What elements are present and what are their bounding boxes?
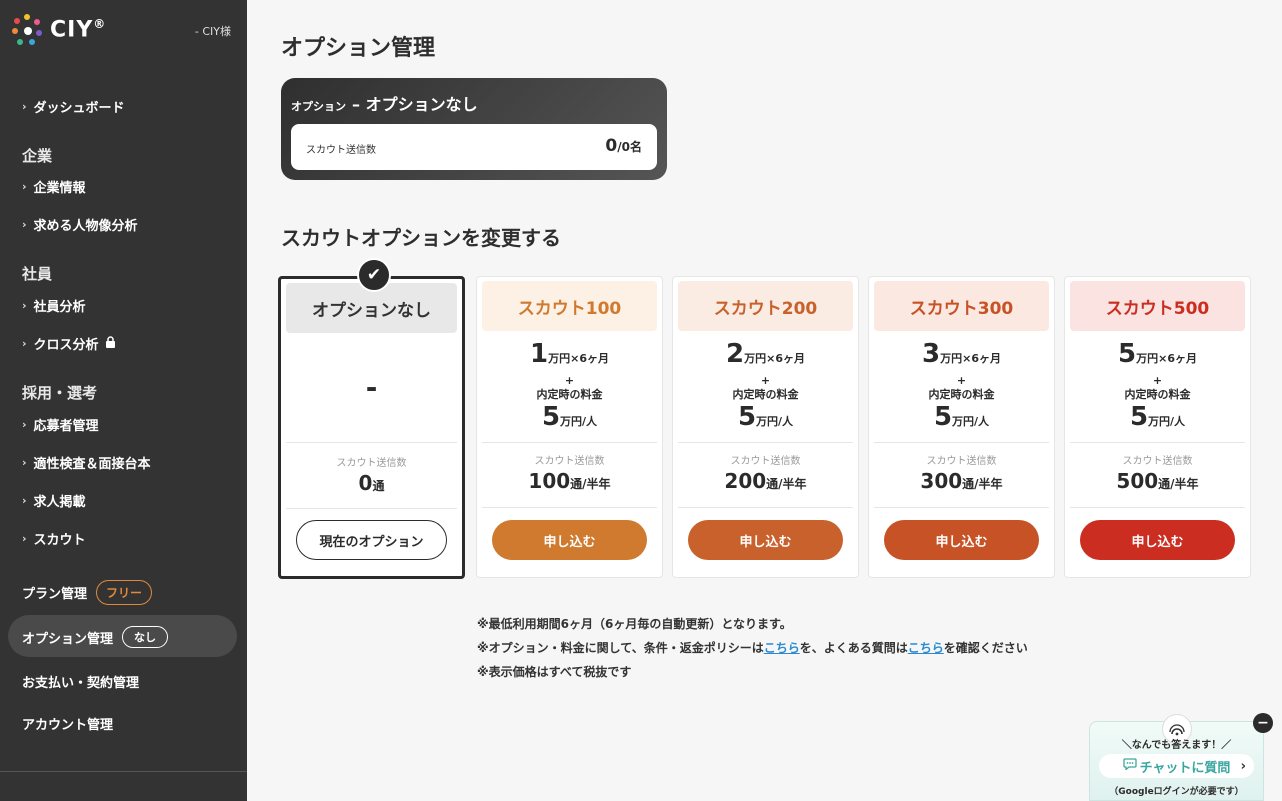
scout-count-panel: スカウト送信数 0/0名 — [291, 124, 657, 170]
plan-price: 2万円×6ヶ月 + 内定時の料金 5万円/人 — [726, 339, 805, 432]
sidebar-item-persona-analysis[interactable]: › 求める人物像分析 — [22, 215, 138, 234]
sidebar-item-payment[interactable]: お支払い・契約管理 — [22, 672, 139, 691]
divider — [286, 442, 457, 443]
sidebar-item-applicants[interactable]: › 応募者管理 — [22, 415, 99, 434]
section-recruit: 採用・選考 — [22, 384, 98, 402]
sidebar-item-cross-analysis[interactable]: › クロス分析 — [22, 334, 116, 353]
divider — [874, 442, 1049, 443]
chevron-right-icon: › — [22, 299, 27, 312]
change-option-title: スカウトオプションを変更する — [281, 226, 561, 250]
apply-button-scout100[interactable]: 申し込む — [492, 520, 647, 560]
plan-title: スカウト200 — [678, 281, 853, 331]
page-title: オプション管理 — [281, 36, 436, 61]
divider — [678, 507, 853, 508]
chevron-right-icon: › — [22, 532, 27, 545]
logo-text: CIY® — [50, 17, 107, 43]
current-option-heading: オプション – オプションなし — [291, 95, 478, 114]
apply-button-scout300[interactable]: 申し込む — [884, 520, 1039, 560]
plan-card-scout500[interactable]: スカウト500 5万円×6ヶ月 + 内定時の料金 5万円/人 スカウト送信数 5… — [1064, 276, 1251, 578]
chat-ask-button[interactable]: チャットに質問 › — [1099, 754, 1254, 778]
scout-count: 0通 — [358, 471, 385, 495]
chevron-right-icon: › — [22, 180, 27, 193]
sidebar: CIY® - CIY様 › ダッシュボード 企業 › 企業情報 › 求める人物像分析 … — [0, 0, 247, 801]
current-option-button[interactable]: 現在のオプション — [296, 520, 447, 560]
current-option-card: オプション – オプションなし スカウト送信数 0/0名 — [281, 78, 667, 180]
scout-count: 300通/半年 — [920, 469, 1003, 493]
scout-count: 500通/半年 — [1116, 469, 1199, 493]
divider — [874, 507, 1049, 508]
chevron-right-icon: › — [22, 100, 27, 113]
plan-status-badge: フリー — [96, 580, 153, 605]
divider — [482, 442, 657, 443]
chevron-right-icon: › — [1240, 758, 1246, 774]
divider — [482, 507, 657, 508]
chevron-right-icon: › — [22, 418, 27, 431]
chat-login-note: （Googleログインが必要です） — [1109, 787, 1244, 797]
plan-price: 5万円×6ヶ月 + 内定時の料金 5万円/人 — [1118, 339, 1197, 432]
apply-button-scout200[interactable]: 申し込む — [688, 520, 843, 560]
section-company: 企業 — [22, 147, 53, 165]
chat-widget[interactable]: ＼なんでも答えます！／ チャットに質問 › （Googleログインが必要です） — [1089, 714, 1264, 801]
apply-button-scout500[interactable]: 申し込む — [1080, 520, 1235, 560]
sidebar-item-dashboard[interactable]: › ダッシュボード — [22, 97, 125, 116]
divider — [1070, 507, 1245, 508]
faq-link[interactable]: こちら — [908, 641, 944, 655]
plan-card-none[interactable]: オプションなし - スカウト送信数 0通 現在のオプション — [278, 276, 465, 579]
chevron-right-icon: › — [22, 218, 27, 231]
scout-count-value: 0/0名 — [605, 136, 642, 156]
option-status-badge: なし — [122, 626, 169, 648]
sidebar-item-employee-analysis[interactable]: › 社員分析 — [22, 296, 86, 315]
chat-tagline: ＼なんでも答えます！／ — [1121, 740, 1232, 751]
scout-count: 100通/半年 — [528, 469, 611, 493]
sidebar-item-job-posting[interactable]: › 求人掲載 — [22, 491, 86, 510]
plan-price-dash: - — [365, 371, 378, 404]
sidebar-item-plan-mgmt[interactable]: プラン管理 フリー — [22, 580, 153, 605]
minimize-chat-icon[interactable]: − — [1253, 713, 1273, 733]
plan-price: 3万円×6ヶ月 + 内定時の料金 5万円/人 — [922, 339, 1001, 432]
note-min-period: ※最低利用期間6ヶ月（6ヶ月毎の自動更新）となります。 — [477, 617, 792, 631]
chevron-right-icon: › — [22, 337, 27, 350]
sidebar-divider — [0, 771, 247, 772]
chevron-right-icon: › — [22, 494, 27, 507]
plan-title: スカウト300 — [874, 281, 1049, 331]
logo[interactable]: CIY® — [12, 14, 106, 46]
chevron-right-icon: › — [22, 456, 27, 469]
sidebar-item-company-info[interactable]: › 企業情報 — [22, 177, 86, 196]
scout-count: 200通/半年 — [724, 469, 807, 493]
divider — [286, 508, 457, 509]
logo-mark-icon — [12, 14, 42, 46]
plan-title: スカウト500 — [1070, 281, 1245, 331]
divider — [1070, 442, 1245, 443]
policy-link[interactable]: こちら — [764, 641, 800, 655]
note-tax: ※表示価格はすべて税抜です — [477, 665, 632, 679]
divider — [678, 442, 853, 443]
plan-title: スカウト100 — [482, 281, 657, 331]
note-policy: ※オプション・料金に関して、条件・返金ポリシーはこちらを、よくある質問はこちらを… — [477, 641, 1028, 655]
user-label: - CIY様 — [194, 25, 231, 38]
plan-card-scout300[interactable]: スカウト300 3万円×6ヶ月 + 内定時の料金 5万円/人 スカウト送信数 3… — [868, 276, 1055, 578]
plan-card-scout100[interactable]: スカウト100 1万円×6ヶ月 + 内定時の料金 5万円/人 スカウト送信数 1… — [476, 276, 663, 578]
lock-icon — [105, 336, 116, 351]
section-employee: 社員 — [22, 265, 53, 283]
sidebar-item-account[interactable]: アカウント管理 — [22, 714, 113, 733]
sidebar-item-option-mgmt[interactable]: オプション管理 なし — [22, 626, 169, 648]
sidebar-item-aptitude[interactable]: › 適性検査＆面接台本 — [22, 453, 151, 472]
check-icon: ✔ — [357, 258, 391, 292]
plan-card-scout200[interactable]: スカウト200 2万円×6ヶ月 + 内定時の料金 5万円/人 スカウト送信数 2… — [672, 276, 859, 578]
chat-bubble-icon — [1122, 758, 1137, 774]
plan-price: 1万円×6ヶ月 + 内定時の料金 5万円/人 — [530, 339, 609, 432]
sidebar-item-scout[interactable]: › スカウト — [22, 529, 86, 548]
